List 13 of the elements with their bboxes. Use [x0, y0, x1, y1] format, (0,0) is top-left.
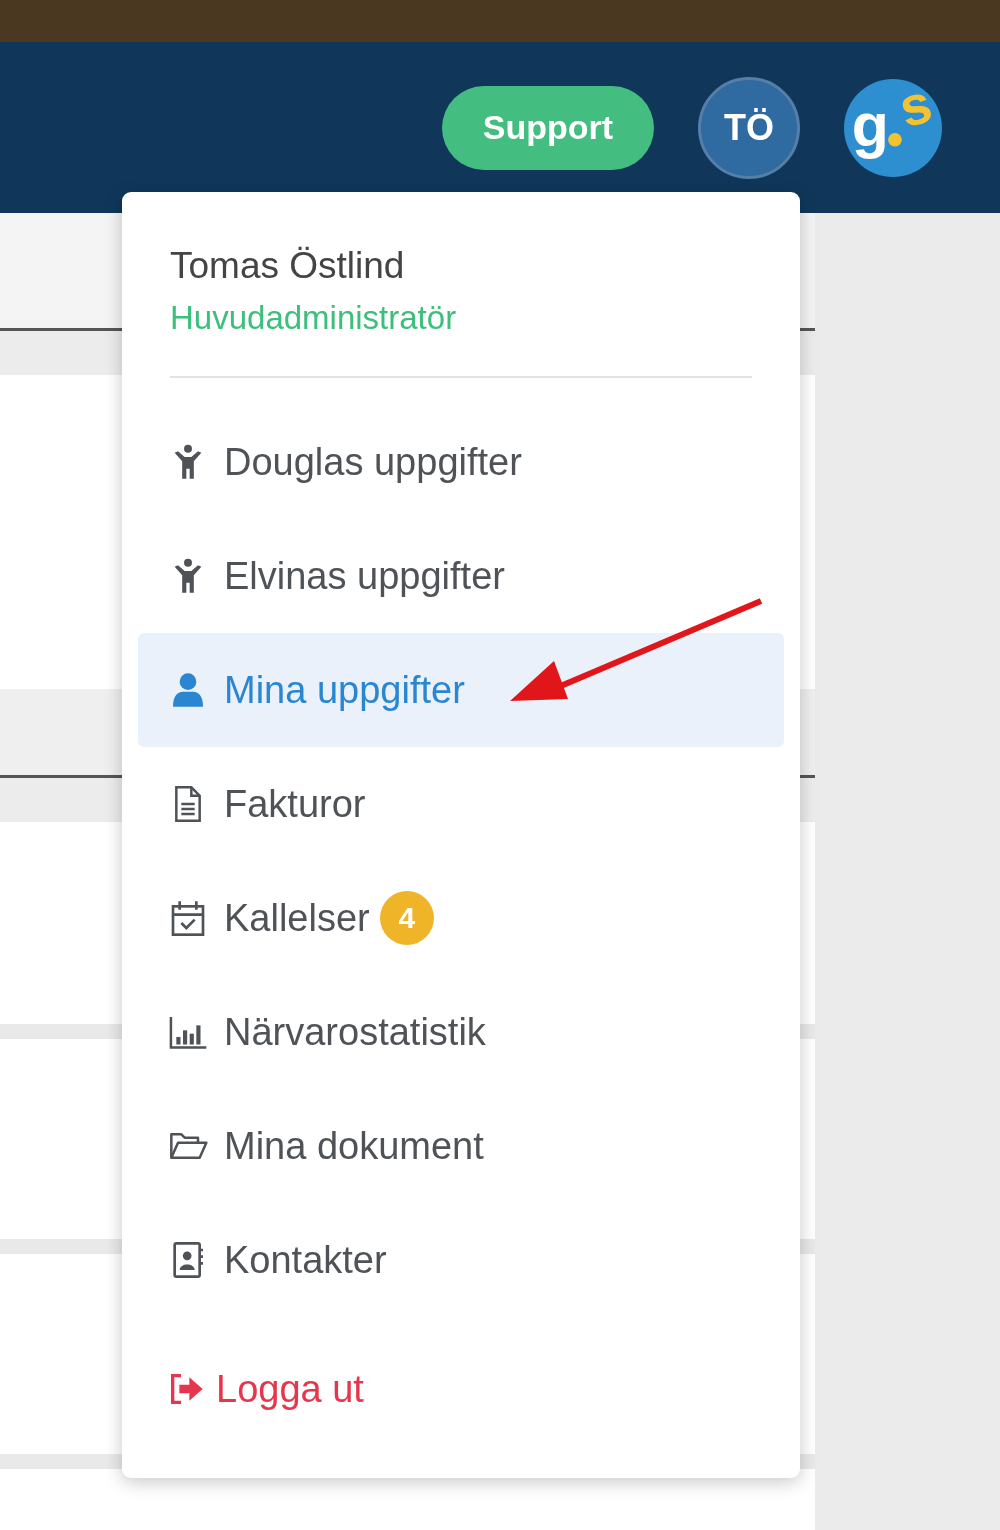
- user-name: Tomas Östlind: [170, 244, 406, 288]
- menu-item[interactable]: Närvarostatistik: [138, 975, 784, 1089]
- count-badge: 4: [379, 891, 434, 945]
- menu-item[interactable]: Elvinas uppgifter: [138, 519, 784, 633]
- user-role: Huvudadministratör: [170, 298, 458, 338]
- user-avatar-button[interactable]: TÖ: [698, 76, 800, 179]
- logout-link[interactable]: Logga ut: [138, 1349, 784, 1429]
- menu-item[interactable]: Fakturor: [138, 747, 784, 861]
- menu-item[interactable]: Douglas uppgifter: [138, 405, 784, 519]
- menu-item[interactable]: Kallelser 4: [138, 861, 784, 975]
- menu-item[interactable]: Mina dokument: [138, 1089, 784, 1203]
- logo[interactable]: g s: [844, 78, 942, 177]
- menu-item[interactable]: Kontakter: [138, 1203, 784, 1317]
